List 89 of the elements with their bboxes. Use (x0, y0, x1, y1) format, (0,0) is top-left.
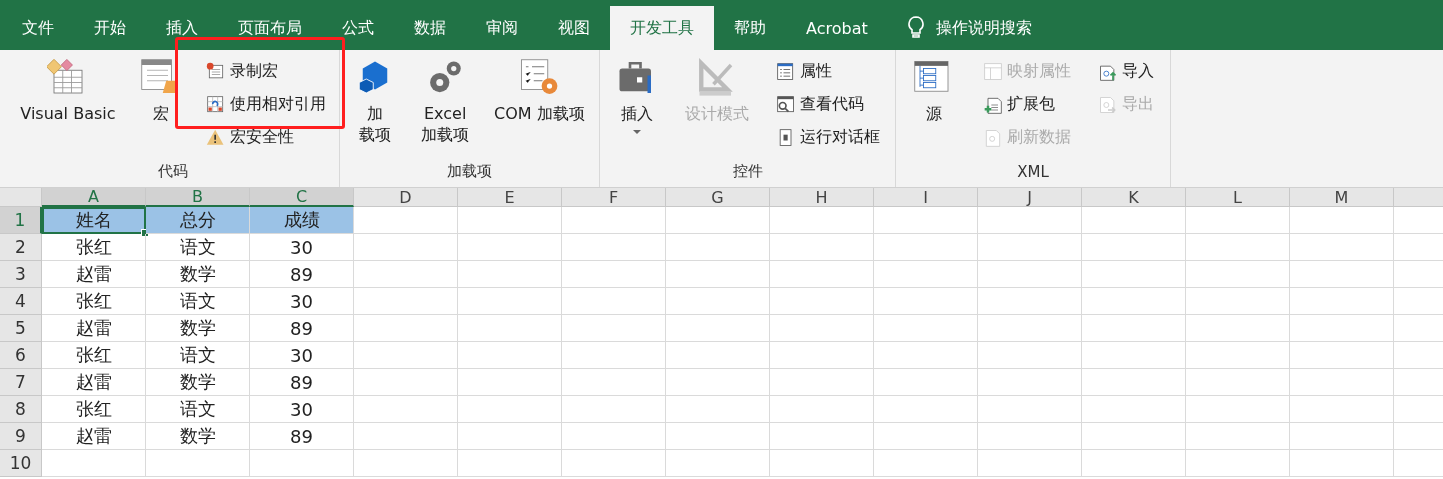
column-header[interactable]: G (666, 188, 770, 207)
ribbon-button[interactable]: 扩展包 (980, 89, 1074, 120)
table-cell: 语文 (146, 234, 250, 261)
table-cell: 数学 (146, 423, 250, 450)
view-code-icon (776, 94, 797, 115)
column-header[interactable]: E (458, 188, 562, 207)
refresh-data-icon (983, 127, 1003, 148)
ribbon-button[interactable]: 插入 (611, 56, 662, 162)
column-header[interactable]: D (354, 188, 458, 207)
lightbulb-icon (907, 16, 924, 40)
ribbon-tab[interactable]: 插入 (146, 6, 218, 50)
column-header[interactable]: B (146, 188, 250, 207)
table-cell: 张红 (42, 288, 146, 315)
group-label: 代码 (156, 162, 189, 182)
column-header[interactable]: M (1290, 188, 1394, 207)
column-header[interactable] (1394, 188, 1443, 207)
table-cell: 语文 (146, 288, 250, 315)
ribbon-tab[interactable]: 审阅 (466, 6, 538, 50)
table-cell: 89 (250, 369, 354, 396)
ribbon-tab[interactable]: 文件 (2, 6, 74, 50)
ribbon-button[interactable]: 导入 (1095, 56, 1158, 87)
ribbon-tab[interactable]: 数据 (394, 6, 466, 50)
table-cell: 30 (250, 288, 354, 315)
table-cell: 总分 (146, 207, 250, 234)
table-cell: 张红 (42, 396, 146, 423)
table-cell: 赵雷 (42, 369, 146, 396)
ribbon-button[interactable]: Visual Basic (16, 56, 120, 162)
ribbon-button[interactable]: 属性 (773, 56, 884, 87)
table-cell: 89 (250, 261, 354, 288)
group-label: XML (1016, 163, 1050, 183)
ribbon-tab[interactable]: 公式 (322, 6, 394, 50)
row-header[interactable]: 2 (0, 234, 42, 261)
row-header[interactable]: 1 (0, 207, 42, 234)
ribbon-tab[interactable]: Acrobat (786, 6, 888, 50)
table-cell: 语文 (146, 342, 250, 369)
ribbon-button[interactable]: 查看代码 (773, 89, 884, 120)
row-header[interactable]: 8 (0, 396, 42, 423)
table-cell: 89 (250, 315, 354, 342)
table-cell: 赵雷 (42, 261, 146, 288)
tell-me-search[interactable]: 操作说明搜索 (935, 17, 1032, 39)
table-cell: 语文 (146, 396, 250, 423)
column-header[interactable]: A (42, 188, 146, 207)
row-header[interactable]: 6 (0, 342, 42, 369)
row-header[interactable]: 9 (0, 423, 42, 450)
column-header[interactable]: J (978, 188, 1082, 207)
ribbon-button[interactable]: 录制宏 (202, 56, 329, 87)
ribbon-tab[interactable]: 视图 (538, 6, 610, 50)
group-label: 控件 (731, 162, 764, 182)
ribbon-tab[interactable]: 帮助 (714, 6, 786, 50)
warning-icon (205, 127, 226, 148)
table-cell: 姓名 (42, 207, 146, 234)
ribbon-button[interactable]: 宏 (136, 56, 187, 162)
relative-reference-icon (205, 94, 226, 115)
column-header[interactable]: L (1186, 188, 1290, 207)
column-header[interactable]: K (1082, 188, 1186, 207)
select-all-corner[interactable] (0, 188, 42, 207)
table-cell: 数学 (146, 369, 250, 396)
ribbon-button[interactable]: COM 加载项 (489, 56, 589, 162)
table-cell: 30 (250, 234, 354, 261)
row-header[interactable]: 7 (0, 369, 42, 396)
table-cell: 张红 (42, 234, 146, 261)
group-label: 加载项 (446, 162, 493, 182)
ribbon-tab[interactable]: 页面布局 (218, 6, 322, 50)
table-cell: 30 (250, 396, 354, 423)
column-header[interactable]: F (562, 188, 666, 207)
ribbon-button[interactable]: 加 载项 (350, 56, 401, 162)
ribbon-tab[interactable]: 开发工具 (610, 6, 714, 50)
column-header[interactable]: H (770, 188, 874, 207)
table-cell: 张红 (42, 342, 146, 369)
row-header[interactable]: 5 (0, 315, 42, 342)
ribbon-button[interactable]: 运行对话框 (773, 122, 884, 153)
ribbon-button[interactable]: Excel 加载项 (417, 56, 474, 162)
ribbon-button[interactable]: 源 (908, 56, 959, 163)
table-cell: 数学 (146, 315, 250, 342)
row-header[interactable]: 10 (0, 450, 42, 477)
table-cell: 赵雷 (42, 315, 146, 342)
row-header[interactable]: 4 (0, 288, 42, 315)
table-cell: 30 (250, 342, 354, 369)
table-cell: 赵雷 (42, 423, 146, 450)
table-cell: 89 (250, 423, 354, 450)
column-header[interactable]: C (250, 188, 354, 207)
ribbon-tab[interactable]: 开始 (74, 6, 146, 50)
column-header[interactable]: I (874, 188, 978, 207)
table-cell: 数学 (146, 261, 250, 288)
row-header[interactable]: 3 (0, 261, 42, 288)
map-properties-icon (983, 61, 1003, 82)
ribbon-button[interactable]: 宏安全性 (202, 122, 329, 153)
ribbon-button[interactable]: 使用相对引用 (202, 89, 329, 120)
table-cell: 成绩 (250, 207, 354, 234)
